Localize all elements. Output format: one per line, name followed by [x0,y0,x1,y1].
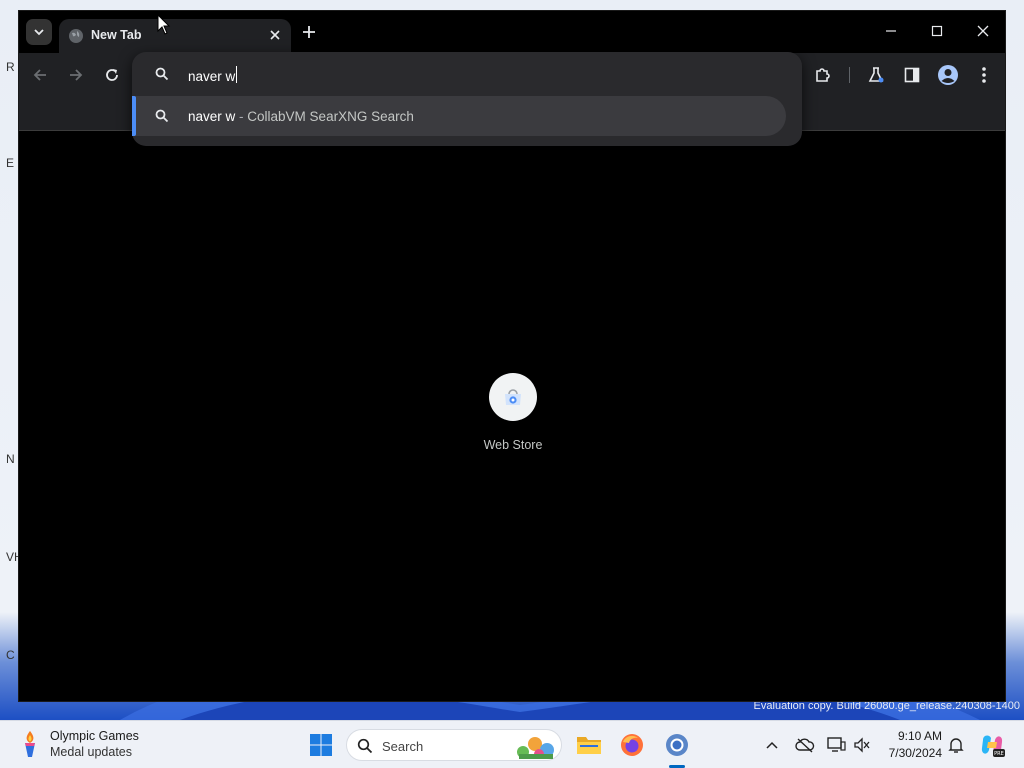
search-icon [357,738,373,754]
shortcut-label: Web Store [483,438,543,452]
folder-icon [577,737,601,754]
maximize-icon [931,25,943,37]
omnibox-suggestion[interactable]: naver w - CollabVM SearXNG Search [132,96,786,136]
minimize-button[interactable] [871,17,911,45]
bell-icon [948,738,964,753]
search-placeholder: Search [382,739,424,754]
network-icon [827,737,846,752]
chevron-up-icon [766,741,778,749]
tab-title: New Tab [91,28,142,42]
search-icon [155,109,169,123]
widget-title: Olympic Games [50,729,139,743]
extensions-button[interactable] [811,63,835,87]
menu-button[interactable] [972,63,996,87]
omnibox-popup: naver w - CollabVM SearXNG Search [132,52,802,146]
minimize-icon [886,30,896,32]
tab-search-button[interactable] [26,19,52,45]
suggestion-query: naver w [188,109,236,124]
desktop-icon-label: R [6,60,15,74]
firefox-icon [621,734,643,756]
svg-text:PRE: PRE [994,751,1004,757]
globe-icon [69,29,83,43]
taskbar: Olympic Games Medal updates Search 9:10 … [0,720,1024,768]
windows-logo-icon [310,734,332,756]
file-explorer-button[interactable] [575,731,603,759]
chevron-down-icon [34,29,44,36]
plus-icon [303,26,315,38]
firefox-button[interactable] [618,731,646,759]
search-highlight-icon [517,737,554,759]
torch-icon [25,731,35,757]
widgets-button[interactable]: Olympic Games Medal updates [18,729,139,759]
chrome-button[interactable] [663,731,691,759]
profile-button[interactable] [936,63,960,87]
flask-icon [868,67,884,83]
puzzle-icon [816,68,830,82]
new-tab-button[interactable] [299,22,319,42]
start-button[interactable] [307,731,335,759]
side-panel-icon [904,67,920,83]
widget-subtitle: Medal updates [50,745,133,759]
web-store-icon [505,389,521,405]
clock-date: 7/30/2024 [888,746,942,760]
copilot-button[interactable]: PRE [978,731,1006,759]
close-icon [977,25,989,37]
close-window-button[interactable] [963,17,1003,45]
back-button[interactable] [28,63,52,87]
suggestion-separator: - [235,109,248,124]
copilot-icon: PRE [981,735,1005,757]
clock-time: 9:10 AM [897,729,942,743]
suggestion-text: naver w - CollabVM SearXNG Search [188,109,414,124]
arrow-left-icon [33,69,46,81]
taskbar-search[interactable]: Search [346,729,562,761]
toolbar-divider [849,67,850,83]
onedrive-button[interactable] [795,735,815,755]
address-bar-input[interactable] [188,66,768,86]
chrome-icon [666,734,688,756]
reload-icon [106,69,118,81]
shortcut-tile [489,373,537,421]
desktop-icon-label: E [6,156,15,170]
avatar-icon [938,65,958,85]
selection-accent [132,96,136,136]
text-caret [236,66,237,83]
volume-button[interactable] [852,735,872,755]
labs-button[interactable] [864,63,888,87]
suggestion-engine: CollabVM SearXNG Search [247,109,414,124]
cloud-offline-icon [795,738,815,753]
tab-new-tab[interactable]: New Tab [59,19,291,53]
reload-button[interactable] [100,63,124,87]
close-icon [270,30,280,40]
tab-close-button[interactable] [266,26,284,44]
maximize-button[interactable] [917,17,957,45]
notifications-button[interactable] [946,735,966,755]
kebab-menu-icon [982,67,986,83]
forward-button[interactable] [64,63,88,87]
shortcut-web-store[interactable]: Web Store [473,373,553,452]
arrow-right-icon [70,69,83,81]
search-icon [155,67,169,81]
system-clock[interactable]: 9:10 AM 7/30/2024 [878,729,942,760]
speaker-muted-icon [854,737,870,753]
network-button[interactable] [826,735,846,755]
mouse-cursor-icon [157,14,171,35]
desktop-icon-label: N [6,452,15,466]
side-panel-button[interactable] [900,63,924,87]
desktop-icon-label: C [6,648,15,662]
show-hidden-icons-button[interactable] [762,735,782,755]
